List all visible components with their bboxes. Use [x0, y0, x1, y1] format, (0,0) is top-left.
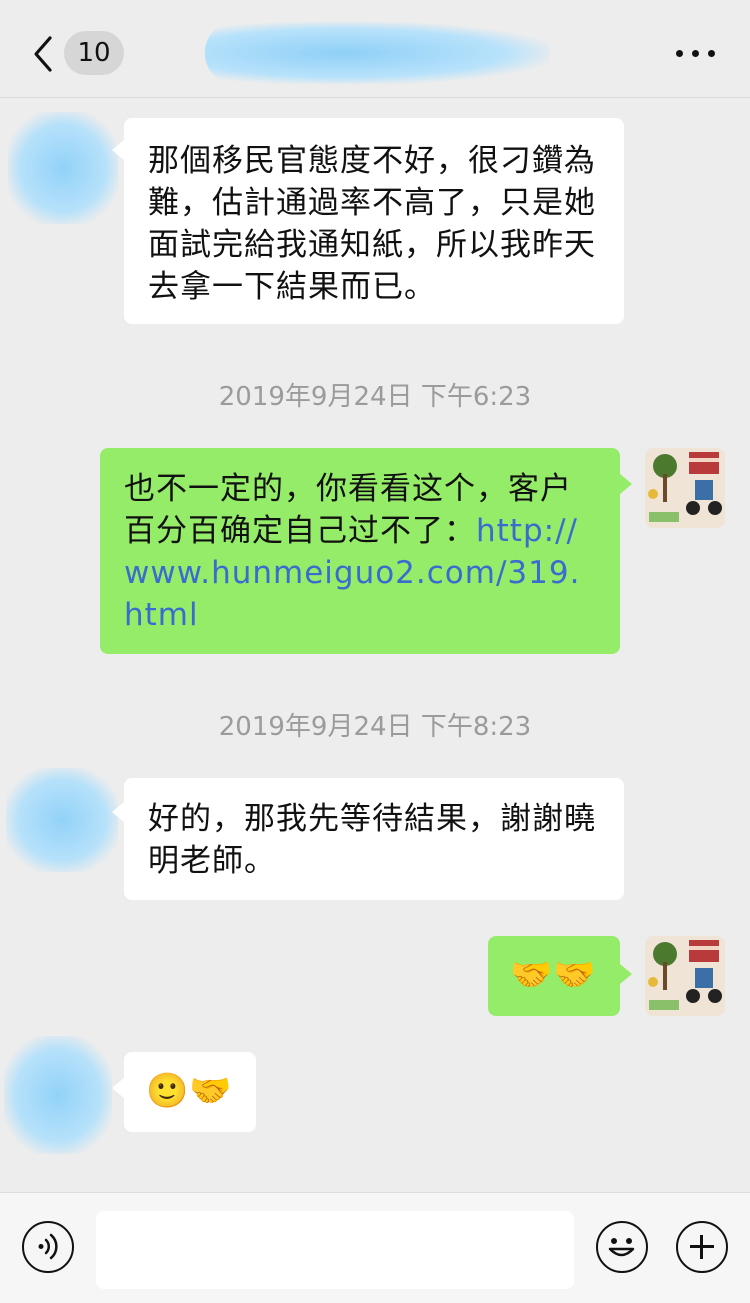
emoji-button[interactable]: [596, 1221, 648, 1273]
message-bubble-outgoing[interactable]: 也不一定的，你看看这个，客户百分百确定自己过不了：http://www.hunm…: [100, 448, 620, 654]
message-timestamp: 2019年9月24日 下午8:23: [218, 712, 532, 742]
message-bubble-incoming[interactable]: 🙂🤝: [124, 1052, 256, 1132]
dot-icon: [676, 50, 683, 57]
more-options-button[interactable]: [672, 38, 720, 68]
avatar-photo-icon: [645, 448, 725, 528]
back-button[interactable]: [28, 34, 58, 74]
more-actions-button[interactable]: [676, 1221, 728, 1273]
bubble-tail: [620, 474, 632, 494]
chevron-left-icon: [34, 36, 52, 72]
dot-icon: [708, 50, 715, 57]
avatar-photo-icon: [645, 936, 725, 1016]
chat-header: 10: [0, 0, 750, 98]
voice-icon: [38, 1233, 58, 1260]
message-composer: [0, 1192, 750, 1303]
message-input[interactable]: [96, 1211, 574, 1289]
contact-avatar[interactable]: [4, 1036, 112, 1154]
bubble-tail: [112, 1078, 124, 1098]
smiley-icon: [608, 1238, 635, 1257]
my-avatar[interactable]: [645, 936, 725, 1016]
message-text: 好的，那我先等待結果，謝謝曉明老師。: [148, 801, 596, 879]
unread-count-badge[interactable]: 10: [64, 31, 124, 75]
message-bubble-incoming[interactable]: 那個移民官態度不好，很刁鑽為難，估計通過率不高了，只是她面試完給我通知紙，所以我…: [124, 118, 624, 324]
contact-avatar[interactable]: [8, 112, 118, 224]
message-bubble-incoming[interactable]: 好的，那我先等待結果，謝謝曉明老師。: [124, 778, 624, 900]
message-list[interactable]: 那個移民官態度不好，很刁鑽為難，估計通過率不高了，只是她面試完給我通知紙，所以我…: [0, 98, 750, 1192]
smile-handshake-emoji: 🙂🤝: [146, 1071, 233, 1111]
my-avatar[interactable]: [645, 448, 725, 528]
message-timestamp: 2019年9月24日 下午6:23: [218, 382, 532, 412]
dot-icon: [692, 50, 699, 57]
message-text: 那個移民官態度不好，很刁鑽為難，估計通過率不高了，只是她面試完給我通知紙，所以我…: [148, 143, 596, 305]
bubble-tail: [112, 140, 124, 160]
bubble-tail: [620, 964, 632, 984]
message-bubble-outgoing[interactable]: 🤝🤝: [488, 936, 620, 1016]
handshake-emoji: 🤝🤝: [510, 955, 597, 995]
blurred-chat-title: [205, 22, 550, 84]
contact-avatar[interactable]: [6, 768, 118, 872]
voice-button[interactable]: [22, 1221, 74, 1273]
bubble-tail: [112, 802, 124, 822]
